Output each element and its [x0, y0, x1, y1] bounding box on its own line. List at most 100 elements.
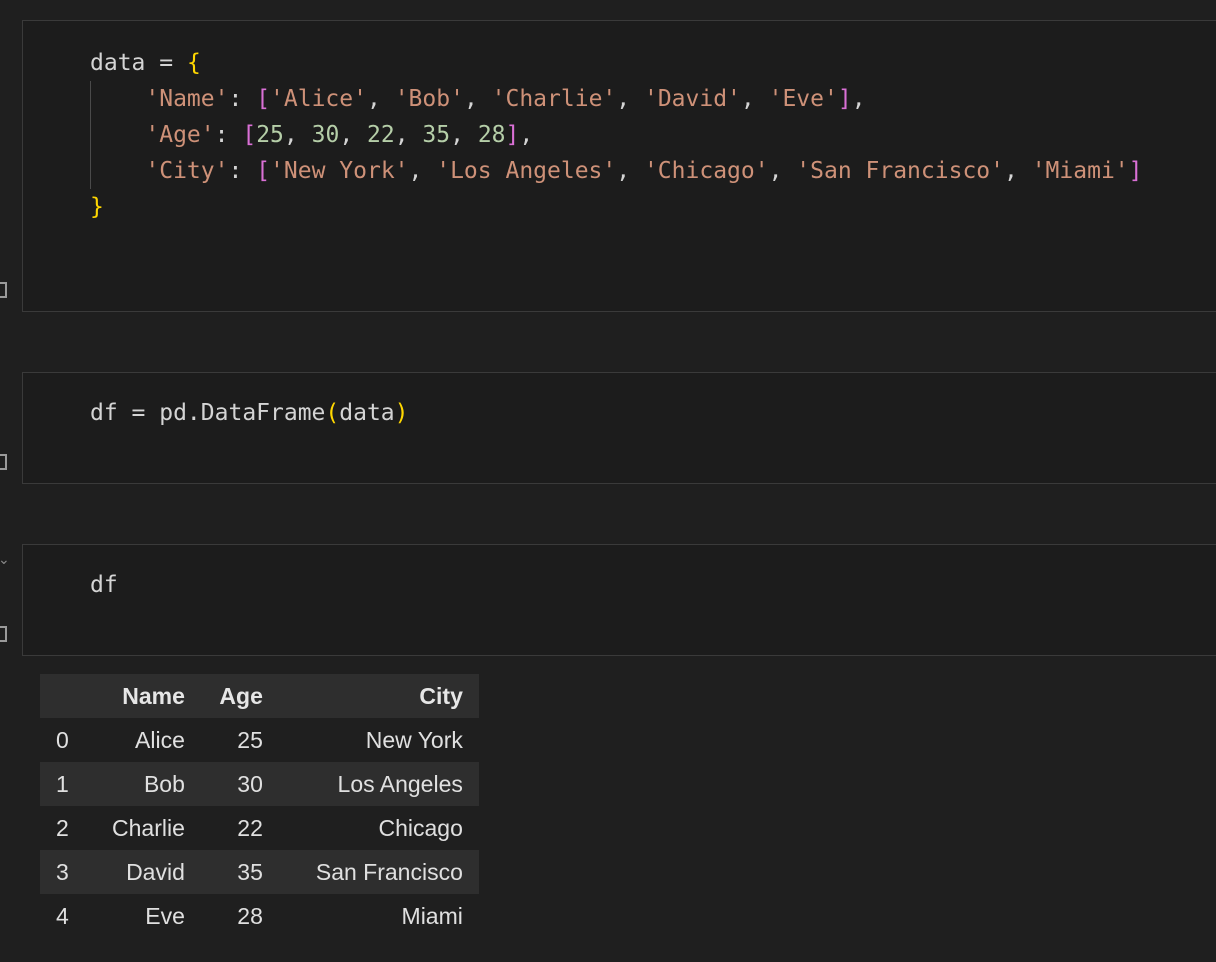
- cell-age: 30: [237, 770, 263, 797]
- code-token: [: [256, 158, 271, 184]
- code-token: ,: [616, 158, 644, 184]
- cell-age: 35: [237, 858, 263, 885]
- row-index: 2: [56, 814, 69, 841]
- code-line: }: [90, 189, 1143, 225]
- code-cell-2[interactable]: df = pd.DataFrame(data): [22, 372, 1216, 484]
- cell-bracket-icon[interactable]: [0, 626, 7, 642]
- code-line: df: [90, 567, 118, 603]
- code-token: [: [256, 86, 271, 112]
- code-line: data = {: [90, 45, 1143, 81]
- code-line: 'Age': [25, 30, 22, 35, 28],: [90, 117, 1143, 153]
- table-row: 3 David 35 San Francisco: [40, 850, 479, 894]
- code-token: 'David': [643, 86, 741, 112]
- column-header-city: City: [419, 682, 463, 709]
- code-token: 'New York': [270, 158, 409, 184]
- cell-city: San Francisco: [315, 858, 463, 885]
- code-token: df: [90, 572, 118, 598]
- code-line: df = pd.DataFrame(data): [90, 395, 409, 431]
- code-token: ]: [505, 122, 520, 148]
- cell-name: Eve: [145, 902, 185, 929]
- cell-name: David: [126, 858, 185, 885]
- column-header-name: Name: [122, 682, 185, 709]
- code-token: 'Name': [145, 86, 229, 112]
- chevron-down-icon[interactable]: ⌄: [0, 553, 10, 567]
- code-token: ,: [339, 122, 368, 148]
- code-token: ,: [450, 122, 478, 148]
- code-token: ,: [519, 122, 534, 148]
- code-editor-1[interactable]: data = { 'Name': ['Alice', 'Bob', 'Charl…: [90, 45, 1143, 225]
- code-token: ]: [837, 86, 852, 112]
- cell-bracket-icon[interactable]: [0, 282, 7, 298]
- code-token: data: [339, 400, 395, 426]
- code-token: ,: [616, 86, 644, 112]
- code-token: :: [214, 122, 243, 148]
- column-header-age: Age: [219, 682, 263, 709]
- cell-city: New York: [365, 726, 463, 753]
- cell-name: Charlie: [112, 814, 185, 841]
- code-token: ,: [740, 86, 769, 112]
- cell-age: 22: [237, 814, 263, 841]
- code-cell-1[interactable]: data = { 'Name': ['Alice', 'Bob', 'Charl…: [22, 20, 1216, 312]
- table-header-row: Name Age City: [40, 674, 479, 718]
- index-header: [40, 674, 96, 718]
- dataframe-output: Name Age City 0 Alice 25 New York 1 Bob …: [40, 674, 479, 938]
- cell-name: Alice: [135, 726, 185, 753]
- code-token: 30: [311, 122, 340, 148]
- code-token: df = pd.DataFrame: [90, 400, 326, 426]
- code-token: data =: [90, 50, 187, 76]
- row-index: 0: [56, 726, 69, 753]
- code-token: 'Eve': [768, 86, 838, 112]
- code-token: 22: [367, 122, 395, 148]
- code-token: [: [242, 122, 257, 148]
- code-token: ,: [408, 158, 437, 184]
- table-row: 1 Bob 30 Los Angeles: [40, 762, 479, 806]
- code-token: ,: [851, 86, 866, 112]
- code-token: 35: [422, 122, 451, 148]
- code-token: ,: [463, 86, 492, 112]
- cell-city: Los Angeles: [337, 770, 463, 797]
- code-line: 'City': ['New York', 'Los Angeles', 'Chi…: [90, 153, 1143, 189]
- code-token: 'Chicago': [643, 158, 769, 184]
- code-editor-2[interactable]: df = pd.DataFrame(data): [90, 395, 409, 431]
- code-cell-3[interactable]: df: [22, 544, 1216, 656]
- row-index: 1: [56, 770, 69, 797]
- code-token: 'Miami': [1031, 158, 1129, 184]
- cell-bracket-icon[interactable]: [0, 454, 7, 470]
- code-token: ,: [394, 122, 423, 148]
- code-token: 25: [256, 122, 284, 148]
- code-token: 'Alice': [270, 86, 367, 112]
- code-token: }: [90, 194, 104, 220]
- table-row: 0 Alice 25 New York: [40, 718, 479, 762]
- code-token: (: [325, 400, 340, 426]
- code-token: 'City': [145, 158, 229, 184]
- cell-city: Miami: [401, 902, 463, 929]
- code-token: 28: [477, 122, 506, 148]
- code-token: :: [228, 158, 257, 184]
- code-token: ,: [1004, 158, 1032, 184]
- code-token: 'San Francisco': [796, 158, 1004, 184]
- cell-name: Bob: [143, 770, 185, 797]
- code-token: ,: [283, 122, 312, 148]
- table-row: 4 Eve 28 Miami: [40, 894, 479, 938]
- code-token: 'Bob': [394, 86, 464, 112]
- code-token: ): [394, 400, 409, 426]
- code-token: 'Los Angeles': [436, 158, 617, 184]
- code-token: {: [186, 50, 201, 76]
- code-token: :: [228, 86, 257, 112]
- row-index: 4: [56, 902, 69, 929]
- code-token: ,: [366, 86, 395, 112]
- code-line: 'Name': ['Alice', 'Bob', 'Charlie', 'Dav…: [90, 81, 1143, 117]
- table-row: 2 Charlie 22 Chicago: [40, 806, 479, 850]
- cell-city: Chicago: [378, 814, 463, 841]
- cell-age: 28: [237, 902, 263, 929]
- cell-age: 25: [237, 726, 263, 753]
- row-index: 3: [56, 858, 69, 885]
- code-token: 'Charlie': [491, 86, 617, 112]
- code-token: ]: [1128, 158, 1143, 184]
- code-token: ,: [768, 158, 797, 184]
- code-token: 'Age': [145, 122, 215, 148]
- code-editor-3[interactable]: df: [90, 567, 118, 603]
